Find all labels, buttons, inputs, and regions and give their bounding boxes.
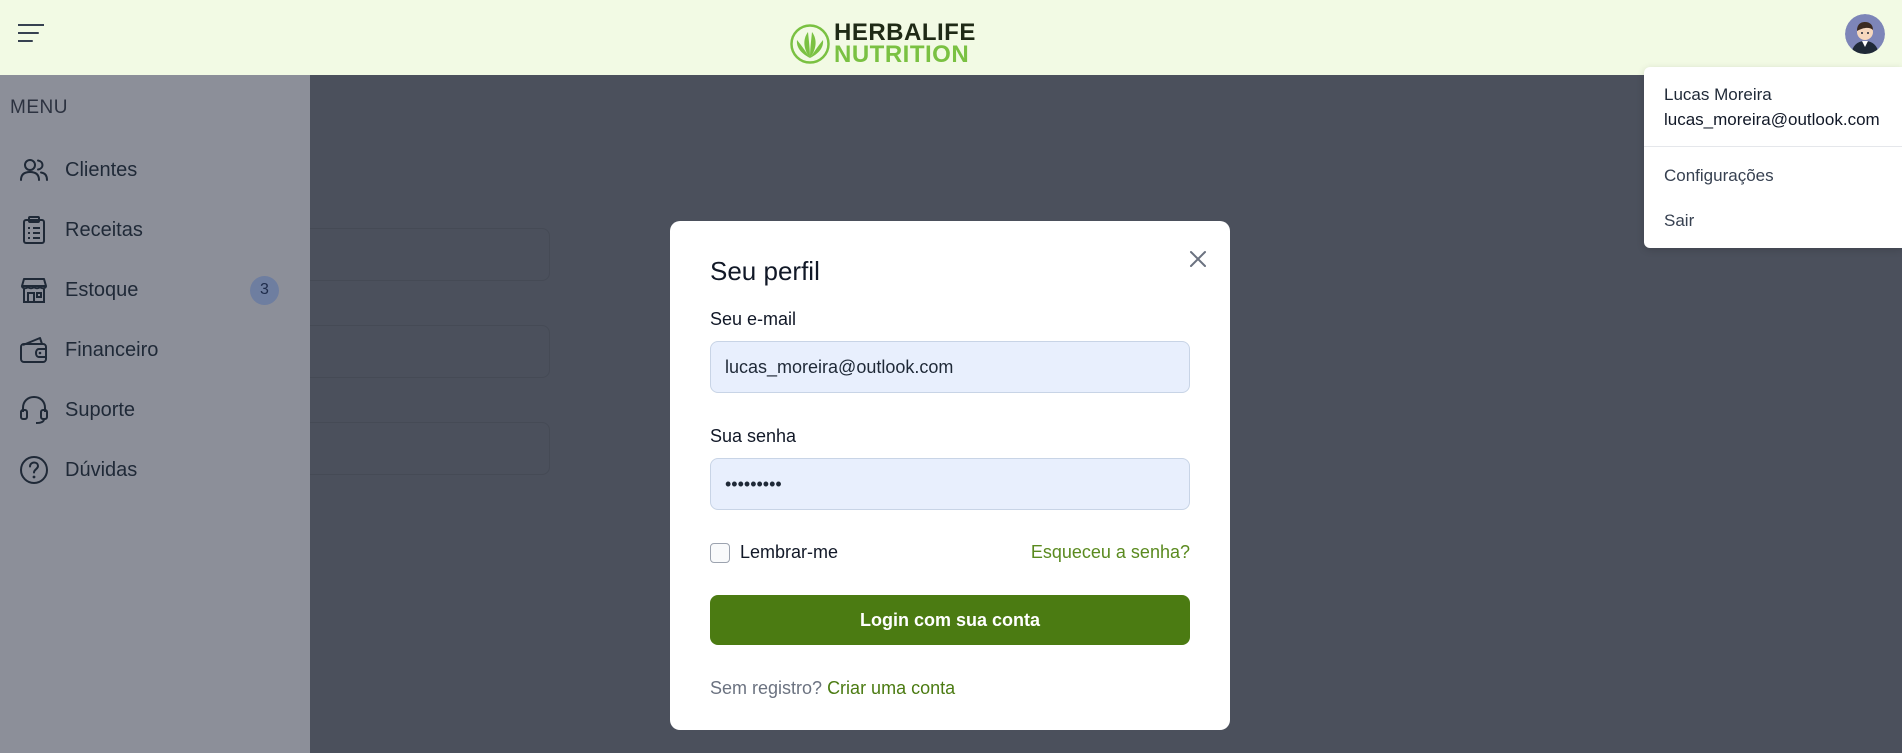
question-icon [20,456,48,484]
sidebar: MENU Clientes Receitas Estoque 3 Finance… [0,75,310,753]
signup-row: Sem registro? Criar uma conta [710,678,955,699]
remember-checkbox[interactable] [710,543,730,563]
create-account-link[interactable]: Criar uma conta [827,678,955,698]
top-bar: HERBALIFE NUTRITION [0,0,1902,75]
remember-label: Lembrar-me [740,542,839,562]
sidebar-item-estoque[interactable]: Estoque 3 [0,265,310,315]
sidebar-item-label: Financeiro [65,338,159,361]
menu-title: MENU [10,97,68,118]
herbalife-logo[interactable]: HERBALIFE NUTRITION [790,21,990,68]
sidebar-item-suporte[interactable]: Suporte [0,385,310,435]
users-icon [20,159,48,181]
user-name: Lucas Moreira [1664,85,1772,104]
leaf-logo-icon [790,24,830,64]
signup-question: Sem registro? [710,678,823,698]
password-field[interactable]: ••••••••• [710,458,1190,510]
modal-title: Seu perfil [710,256,820,286]
background-input-3 [300,422,550,475]
background-input-2 [300,325,550,378]
sidebar-item-label: Receitas [65,218,143,241]
clipboard-icon [23,216,45,244]
password-label: Sua senha [710,426,797,446]
settings-menu-item[interactable]: Configurações [1664,166,1774,186]
headset-icon [20,395,48,424]
logout-menu-item[interactable]: Sair [1664,211,1694,231]
background-input-1 [300,228,550,281]
store-icon [21,278,47,303]
sidebar-item-financeiro[interactable]: Financeiro [0,325,310,375]
profile-modal: Seu perfil Seu e-mail lucas_moreira@outl… [670,221,1230,730]
notification-badge: 3 [250,275,279,305]
sidebar-item-label: Clientes [65,158,138,181]
user-email: lucas_moreira@outlook.com [1664,110,1880,129]
email-label: Seu e-mail [710,309,797,329]
forgot-password-link[interactable]: Esqueceu a senha? [1031,542,1190,563]
user-dropdown: Lucas Moreira lucas_moreira@outlook.com … [1644,67,1902,248]
sidebar-item-clientes[interactable]: Clientes [0,145,310,195]
sidebar-item-label: Suporte [65,398,136,421]
email-field[interactable]: lucas_moreira@outlook.com [710,341,1190,393]
sidebar-item-duvidas[interactable]: Dúvidas [0,445,310,495]
sidebar-item-receitas[interactable]: Receitas [0,205,310,255]
login-button[interactable]: Login com sua conta [710,595,1190,645]
logo-line-2: NUTRITION [834,41,970,68]
wallet-icon [20,337,47,363]
hamburger-icon[interactable] [18,22,44,44]
sidebar-item-label: Estoque [65,278,139,301]
user-avatar-icon[interactable] [1845,14,1885,54]
sidebar-item-label: Dúvidas [65,458,138,481]
close-icon[interactable] [1186,247,1210,271]
divider [1644,146,1902,147]
